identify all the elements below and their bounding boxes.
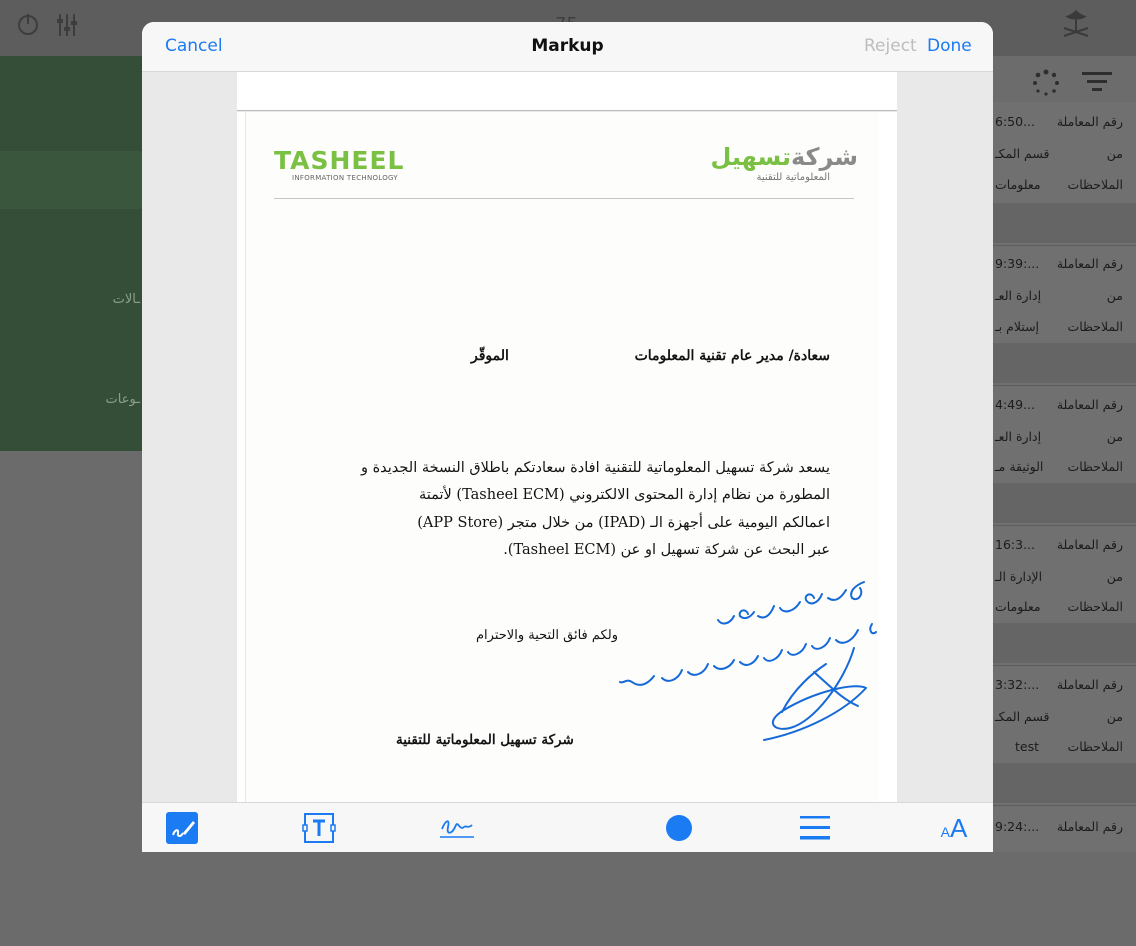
saudi-emblem-icon [1063, 10, 1089, 37]
row-notes: إستلام بـ [995, 319, 1040, 334]
row-label: من [1106, 429, 1123, 444]
row-label: رقم المعاملة [1056, 397, 1123, 412]
row-label: الملاحظات [1067, 459, 1123, 474]
row-notes: معلومات [995, 177, 1041, 192]
markup-modal: Cancel Markup Reject Done TASHEEL INFORM… [142, 22, 993, 852]
letter-body-line: يسعد شركة تسهيل المعلوماتية للتقنية افاد… [360, 460, 830, 476]
letter-salutation: سعادة/ مدير عام تقنية المعلومات [634, 348, 830, 364]
row-from: الإدارة الـ [995, 569, 1043, 584]
row-label: الملاحظات [1067, 739, 1123, 754]
side-menu-selected [0, 151, 142, 209]
row-label: رقم المعاملة [1056, 537, 1123, 552]
side-menu-label: ـالات [112, 292, 140, 307]
row-notes: test [1015, 739, 1040, 754]
row-label: رقم المعاملة [1056, 114, 1123, 129]
handwritten-annotation [619, 581, 877, 741]
row-band [993, 343, 1136, 383]
logo-ar-part2: تسهيل [710, 143, 791, 171]
row-from: إدارة العـ [995, 429, 1042, 444]
background-side-menu: ـالات ـوعات [0, 56, 142, 451]
done-button[interactable]: Done [927, 36, 972, 56]
line-width-button[interactable] [798, 811, 832, 845]
sketch-icon [166, 812, 198, 844]
list-item[interactable]: 3:32:... رقم المعاملة قسم المكـ من test … [993, 666, 1136, 806]
row-from: قسم المكـ [995, 709, 1050, 724]
row-label: الملاحظات [1067, 319, 1123, 334]
letterhead-divider [274, 198, 854, 199]
font-small-glyph: A [940, 823, 950, 840]
signature-icon [440, 820, 474, 838]
signature-tool-button[interactable] [437, 811, 477, 845]
row-time: 6:50... [995, 114, 1035, 129]
row-from: قسم المكـ [995, 146, 1050, 161]
row-label: رقم المعاملة [1056, 677, 1123, 692]
row-band [993, 483, 1136, 523]
color-dot-icon [666, 815, 692, 841]
letter-honorific: الموقّر [471, 348, 509, 364]
sketch-tool-button[interactable] [164, 811, 200, 845]
row-label: رقم المعاملة [1056, 256, 1123, 271]
logo-en-part2: HEEL [329, 146, 405, 175]
logo-ar-part1: شركة [790, 143, 858, 171]
color-picker-button[interactable] [664, 811, 694, 845]
row-label: من [1106, 288, 1123, 303]
markup-nav-bar: Cancel Markup Reject Done [142, 22, 993, 72]
side-menu-label: ـوعات [105, 392, 140, 407]
list-item[interactable]: 9:24:... رقم المعاملة [993, 806, 1136, 946]
row-notes: الوثيقة مـ [995, 459, 1044, 474]
list-item[interactable]: 4:49... رقم المعاملة إدارة العـ من الوثي… [993, 386, 1136, 526]
row-time: 9:24:... [995, 819, 1040, 834]
logo-ar-subtitle: المعلوماتية للتقنية [756, 172, 830, 183]
tasheel-logo-ar: شركةتسهيل المعلوماتية للتقنية [710, 142, 858, 183]
row-band [993, 203, 1136, 243]
row-time: 16:3... [995, 537, 1035, 552]
sliders-icon[interactable] [55, 12, 79, 44]
row-time: 3:32:... [995, 677, 1040, 692]
logo-en-part1: TAS [274, 146, 330, 175]
list-item[interactable]: 6:50... رقم المعاملة قسم المكـ من معلوما… [993, 106, 1136, 246]
row-notes: معلومات [995, 599, 1041, 614]
row-band [993, 623, 1136, 663]
letter-body-line: المطورة من نظام إدارة المحتوى الالكتروني… [418, 487, 830, 503]
filter-icon[interactable] [1081, 68, 1113, 100]
row-from: إدارة العـ [995, 288, 1042, 303]
row-label: الملاحظات [1067, 599, 1123, 614]
loading-spinner-icon [1031, 68, 1061, 104]
letter-signature: شركة تسهيل المعلوماتية للتقنية [396, 732, 574, 748]
list-header [993, 56, 1136, 102]
list-item[interactable]: 16:3... رقم المعاملة الإدارة الـ من معلو… [993, 526, 1136, 666]
row-label: من [1106, 146, 1123, 161]
font-large-glyph: A [950, 812, 968, 843]
font-size-icon: AA [941, 813, 968, 844]
letter-closing: ولكم فائق التحية والاحترام [476, 628, 618, 643]
row-label: من [1106, 709, 1123, 724]
row-band [993, 763, 1136, 803]
row-label: الملاحظات [1067, 177, 1123, 192]
previous-page [237, 72, 897, 111]
letter-body-line: اعمالكم اليومية على أجهزة الـ (IPAD) من … [417, 515, 830, 531]
row-label: من [1106, 569, 1123, 584]
line-width-icon [800, 816, 830, 840]
row-time: 4:49... [995, 397, 1035, 412]
font-size-button[interactable]: AA [936, 811, 972, 845]
text-tool-button[interactable] [301, 811, 337, 845]
list-item[interactable]: 9:39:... رقم المعاملة إدارة العـ من إستل… [993, 246, 1136, 386]
logo-en-subtitle: INFORMATION TECHNOLOGY [292, 174, 399, 182]
letter-scan: TASHEEL INFORMATION TECHNOLOGY شركةتسهيل… [245, 112, 878, 812]
document-page[interactable]: TASHEEL INFORMATION TECHNOLOGY شركةتسهيل… [237, 112, 897, 812]
letter-body-line: عبر البحث عن شركة تسهيل او عن (Tasheel E… [503, 542, 830, 558]
row-time: 9:39:... [995, 256, 1040, 271]
background-transaction-list: 6:50... رقم المعاملة قسم المكـ من معلوما… [993, 56, 1136, 852]
power-icon[interactable] [16, 12, 40, 42]
markup-toolbar: AA [142, 802, 993, 852]
tasheel-logo-en: TASHEEL INFORMATION TECHNOLOGY [274, 148, 434, 190]
reject-button[interactable]: Reject [864, 36, 917, 56]
row-label: رقم المعاملة [1056, 819, 1123, 834]
text-box-icon [302, 813, 336, 843]
